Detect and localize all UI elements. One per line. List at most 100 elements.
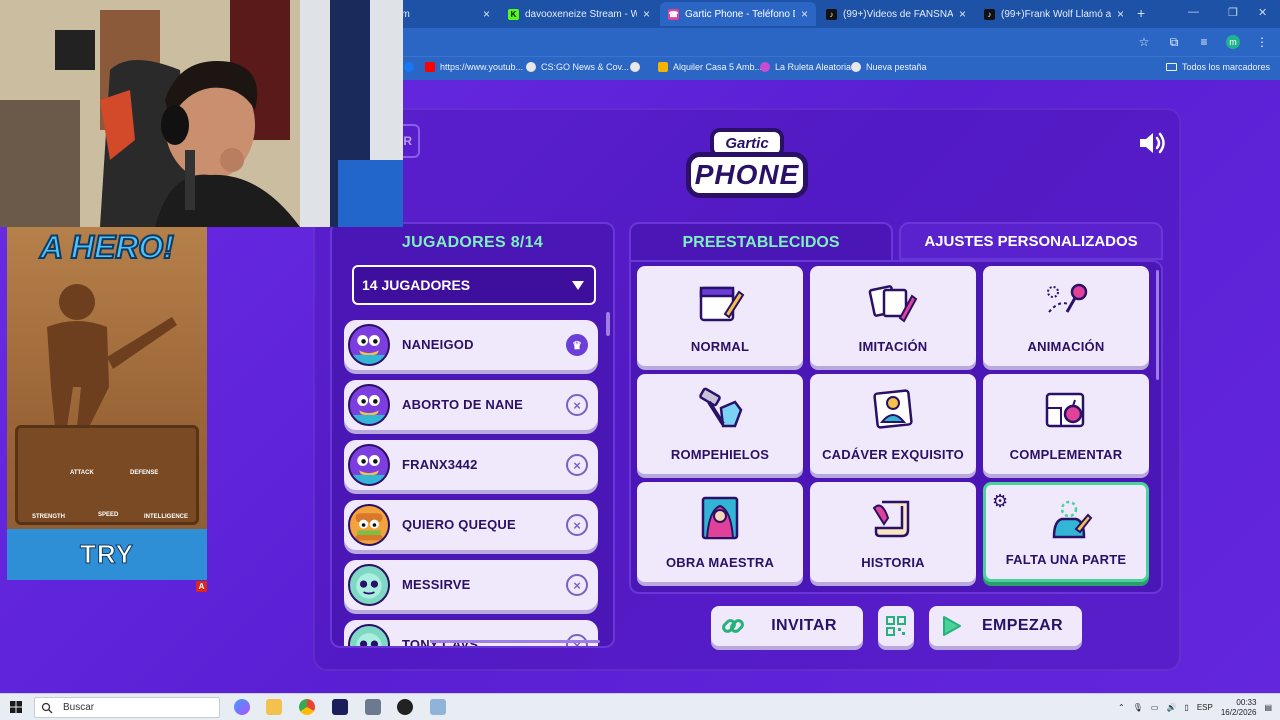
- mode-label: COMPLEMENTAR: [1009, 447, 1123, 462]
- mode-cadaver-exquisito[interactable]: CADÁVER EXQUISITO: [810, 374, 976, 474]
- chevron-up-icon[interactable]: ⌃: [1118, 703, 1125, 712]
- player-avatar: [348, 324, 390, 366]
- mode-label: CADÁVER EXQUISITO: [822, 447, 964, 462]
- mode-label: OBRA MAESTRA: [665, 555, 775, 570]
- volume-icon[interactable]: 🔊: [1166, 703, 1176, 712]
- qr-code-icon: [886, 616, 906, 636]
- extensions-icon[interactable]: ⧉: [1166, 34, 1182, 50]
- globe-icon: [630, 62, 640, 72]
- menu-dots-icon[interactable]: ⋮: [1254, 34, 1270, 50]
- gartic-phone-logo: Gartic PHONE: [686, 128, 808, 202]
- bookmark-youtube[interactable]: https://www.youtub...: [425, 62, 523, 72]
- premiere-icon[interactable]: [332, 699, 348, 715]
- players-panel: JUGADORES 8/14 14 JUGADORES NANEIGOD ♛ A…: [330, 222, 615, 648]
- minimize-icon[interactable]: —: [1188, 6, 1199, 18]
- player-list-scrollbar[interactable]: [606, 312, 610, 336]
- close-tab-icon[interactable]: ×: [483, 7, 490, 21]
- stat-label: SPEED: [98, 512, 119, 518]
- bookmark-globe[interactable]: [630, 62, 645, 72]
- bookmark-alquiler[interactable]: Alquiler Casa 5 Amb...: [658, 62, 762, 72]
- start-button[interactable]: EMPEZAR: [929, 606, 1082, 646]
- mode-animacion[interactable]: ANIMACIÓN: [983, 266, 1149, 366]
- new-tab-button[interactable]: +: [1137, 5, 1145, 21]
- player-avatar: [348, 624, 390, 646]
- close-window-icon[interactable]: ✕: [1258, 6, 1267, 19]
- browser-tab-active[interactable]: ☎ Gartic Phone - Teléfono Descor ×: [660, 2, 816, 26]
- browser-tab[interactable]: K davooxeneize Stream - Watch l ×: [500, 2, 658, 26]
- puzzle-apple-icon: [1045, 392, 1085, 428]
- mode-falta-una-parte[interactable]: ⚙ FALTA UNA PARTE: [983, 482, 1149, 582]
- language-indicator[interactable]: ESP: [1197, 703, 1213, 712]
- mode-normal[interactable]: NORMAL: [637, 266, 803, 366]
- all-bookmarks[interactable]: Todos los marcadores: [1165, 62, 1270, 72]
- obs-icon[interactable]: [397, 699, 413, 715]
- kick-player-icon[interactable]: ×: [566, 394, 588, 416]
- mona-lisa-icon: [701, 496, 739, 540]
- bookmark-csgo[interactable]: CS:GO News & Cov...: [526, 62, 629, 72]
- stat-board: ATTACK DEFENSE STRENGTH SPEED INTELLIGEN…: [15, 425, 199, 525]
- gear-icon[interactable]: ⚙: [992, 491, 1012, 511]
- clock[interactable]: 00:33 16/2/2026: [1221, 698, 1257, 718]
- close-tab-icon[interactable]: ×: [959, 7, 966, 21]
- pin-path-icon: [1047, 283, 1088, 313]
- close-tab-icon[interactable]: ×: [1117, 7, 1124, 21]
- player-avatar: [348, 504, 390, 546]
- maximize-icon[interactable]: ❐: [1228, 6, 1238, 19]
- mode-obra-maestra[interactable]: OBRA MAESTRA: [637, 482, 803, 582]
- network-icon[interactable]: ▭: [1151, 703, 1159, 712]
- tab-presets[interactable]: PREESTABLECIDOS: [629, 222, 893, 262]
- close-tab-icon[interactable]: ×: [643, 7, 650, 21]
- file-explorer-icon[interactable]: [266, 699, 282, 715]
- search-placeholder: Buscar: [63, 702, 95, 713]
- player-name: FRANX3442: [402, 457, 478, 472]
- browser-tab[interactable]: ♪ (99+)Videos de FANSNANEIGO ×: [818, 2, 974, 26]
- facebook-icon: [404, 62, 414, 72]
- mode-historia[interactable]: HISTORIA: [810, 482, 976, 582]
- qr-code-button[interactable]: [878, 606, 914, 646]
- close-tab-icon[interactable]: ×: [801, 7, 808, 21]
- tab-title: (99+)Videos de FANSNANEIGO: [843, 8, 953, 20]
- taskbar-search[interactable]: Buscar: [34, 697, 220, 718]
- tab-custom-settings[interactable]: AJUSTES PERSONALIZADOS: [899, 222, 1163, 260]
- paint-icon[interactable]: [430, 699, 446, 715]
- browser-tab[interactable]: am ×: [388, 2, 498, 26]
- ad-banner[interactable]: A HERO! ATTACK DEFENSE STRENGTH SPEED IN…: [7, 227, 207, 580]
- player-count-value: 14 JUGADORES: [362, 277, 471, 293]
- bookmark-label: La Ruleta Aleatoria: [775, 62, 852, 72]
- bookmark-new-tab[interactable]: Nueva pestaña: [851, 62, 927, 72]
- modes-scrollbar[interactable]: [1156, 270, 1159, 380]
- player-row: MESSIRVE ×: [344, 560, 598, 610]
- browser-tab[interactable]: ♪ (99+)Frank Wolf Llamó a Nane ×: [976, 2, 1132, 26]
- kick-player-icon[interactable]: ×: [566, 454, 588, 476]
- ad-choices-icon[interactable]: A: [196, 581, 207, 592]
- mode-rompehielos[interactable]: ROMPEHIELOS: [637, 374, 803, 474]
- notifications-icon[interactable]: ▤: [1264, 703, 1272, 712]
- globe-icon: [851, 62, 861, 72]
- mode-label: ANIMACIÓN: [1027, 339, 1105, 354]
- mode-complementar[interactable]: COMPLEMENTAR: [983, 374, 1149, 474]
- system-tray: ⌃ 🎙 ▭ 🔊 ▯ ESP 00:33 16/2/2026 ▤: [1118, 697, 1272, 718]
- copilot-icon[interactable]: [234, 699, 250, 715]
- bookmark-label: CS:GO News & Cov...: [541, 62, 629, 72]
- microphone-icon[interactable]: 🎙: [1133, 703, 1143, 712]
- start-label: EMPEZAR: [981, 617, 1064, 634]
- bookmark-star-icon[interactable]: ☆: [1136, 34, 1152, 50]
- invite-button[interactable]: INVITAR: [711, 606, 863, 646]
- kick-player-icon[interactable]: ×: [566, 574, 588, 596]
- windows-start-icon[interactable]: [10, 701, 22, 713]
- bookmark-label: Alquiler Casa 5 Amb...: [673, 62, 763, 72]
- player-list-hscrollbar[interactable]: [430, 640, 600, 643]
- battery-icon[interactable]: ▯: [1184, 703, 1188, 712]
- ad-try-button[interactable]: TRY: [7, 529, 207, 580]
- chrome-icon[interactable]: [299, 699, 315, 715]
- bookmark-ruleta[interactable]: La Ruleta Aleatoria: [760, 62, 851, 72]
- search-icon: [41, 702, 53, 713]
- kick-player-icon[interactable]: ×: [566, 514, 588, 536]
- calculator-icon[interactable]: [365, 699, 381, 715]
- sound-icon[interactable]: [1138, 130, 1168, 156]
- mode-imitacion[interactable]: IMITACIÓN: [810, 266, 976, 366]
- profile-avatar[interactable]: m: [1226, 35, 1240, 49]
- bookmark-partial[interactable]: [404, 62, 419, 72]
- player-count-select[interactable]: 14 JUGADORES: [352, 265, 596, 305]
- media-queue-icon[interactable]: ≡: [1196, 34, 1212, 50]
